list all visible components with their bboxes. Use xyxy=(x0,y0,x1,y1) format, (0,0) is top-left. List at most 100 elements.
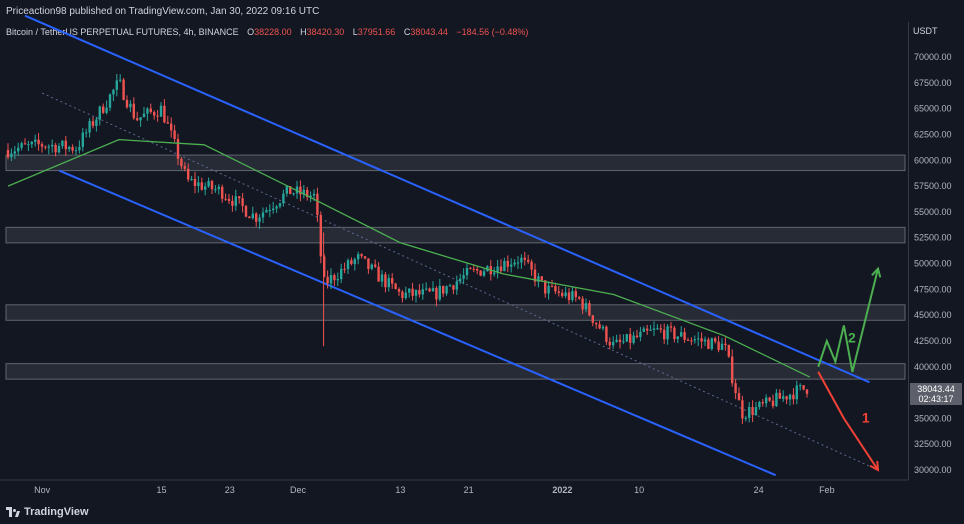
candle xyxy=(34,134,37,147)
candle-body xyxy=(34,139,37,142)
candle xyxy=(448,283,452,287)
candle-body xyxy=(578,297,581,299)
candle-body xyxy=(652,328,656,330)
candle-body xyxy=(584,303,588,310)
candle-body xyxy=(404,292,407,299)
candle-body xyxy=(312,193,316,196)
candle xyxy=(112,88,115,102)
candle xyxy=(44,145,47,150)
candle xyxy=(268,204,271,218)
candle xyxy=(479,270,482,277)
candle-body xyxy=(176,138,180,159)
candle xyxy=(282,189,285,207)
candle-body xyxy=(744,417,747,419)
candle-body xyxy=(244,205,248,217)
candle xyxy=(20,141,23,151)
candle-body xyxy=(187,168,190,180)
candle-body xyxy=(448,285,452,287)
candle xyxy=(771,394,775,409)
candle-body xyxy=(771,400,775,407)
price-chart[interactable]: 1 2 70000.00 67500.00 65000.00 62500.00 60000… xyxy=(0,0,964,496)
candle xyxy=(567,288,571,305)
candle-body xyxy=(442,285,445,294)
candle-body xyxy=(768,397,771,401)
candle-body xyxy=(639,331,642,338)
candle-body xyxy=(598,324,601,329)
candle-body xyxy=(506,260,509,267)
candle-body xyxy=(646,328,649,331)
candle-body xyxy=(445,286,448,294)
candle-body xyxy=(758,402,761,408)
candle-body xyxy=(57,146,61,153)
price-tick-label: 50000.00 xyxy=(914,259,952,269)
candle xyxy=(224,193,227,201)
candle-body xyxy=(595,322,598,325)
candle xyxy=(258,214,261,229)
candle-body xyxy=(510,264,513,267)
candle xyxy=(200,177,203,191)
candle xyxy=(193,171,197,194)
candle-body xyxy=(785,396,788,400)
candle-body xyxy=(754,407,758,415)
candle xyxy=(482,268,486,278)
time-tick-label: 15 xyxy=(157,485,167,495)
candle xyxy=(37,133,40,151)
candle-body xyxy=(795,385,798,400)
candle xyxy=(469,266,472,270)
tradingview-logo[interactable]: TradingView xyxy=(6,506,89,518)
candle xyxy=(727,344,730,358)
candle xyxy=(221,184,224,203)
candle-body xyxy=(438,285,441,300)
candle xyxy=(122,77,125,101)
candle xyxy=(139,117,142,127)
candle-body xyxy=(200,182,203,190)
candle-body xyxy=(78,146,81,151)
candle-body xyxy=(353,259,356,265)
price-zone-3 xyxy=(5,304,906,321)
candle xyxy=(751,400,754,423)
candle-body xyxy=(717,341,720,350)
candle-body xyxy=(108,94,112,108)
candle-body xyxy=(408,288,411,293)
candle xyxy=(459,273,462,285)
candle xyxy=(91,116,95,129)
candle-body xyxy=(360,254,363,257)
candle-body xyxy=(527,259,530,262)
candle-body xyxy=(493,272,496,275)
candle-body xyxy=(13,151,16,154)
candle-body xyxy=(649,329,652,331)
candle-body xyxy=(731,356,734,384)
candle-body xyxy=(513,262,516,265)
candle-body xyxy=(166,122,169,124)
candle-body xyxy=(574,291,577,298)
candle-body xyxy=(238,196,241,199)
candle xyxy=(431,281,435,292)
candle xyxy=(251,206,254,220)
candle-body xyxy=(139,117,142,121)
candle xyxy=(656,324,659,331)
candle xyxy=(714,336,717,344)
candle-body xyxy=(64,140,67,150)
price-tick-label: 30000.00 xyxy=(914,465,952,475)
candle-body xyxy=(761,402,764,404)
candle xyxy=(778,389,781,399)
candle-body xyxy=(173,130,176,139)
candle-body xyxy=(329,275,333,284)
time-tick-label: 2022 xyxy=(552,485,572,495)
candle-body xyxy=(693,339,696,341)
candle xyxy=(666,324,669,345)
candle xyxy=(166,115,169,124)
candle xyxy=(98,105,101,126)
candle-body xyxy=(697,338,700,340)
candle xyxy=(207,177,210,188)
candle-body xyxy=(394,283,397,290)
candle-body xyxy=(802,385,805,390)
candle xyxy=(686,337,690,341)
candle xyxy=(680,326,683,338)
candle-body xyxy=(421,289,424,295)
candle-body xyxy=(455,281,458,290)
candle-body xyxy=(612,341,615,346)
candle-body xyxy=(380,274,384,282)
candle xyxy=(367,258,370,274)
candle xyxy=(88,118,91,138)
